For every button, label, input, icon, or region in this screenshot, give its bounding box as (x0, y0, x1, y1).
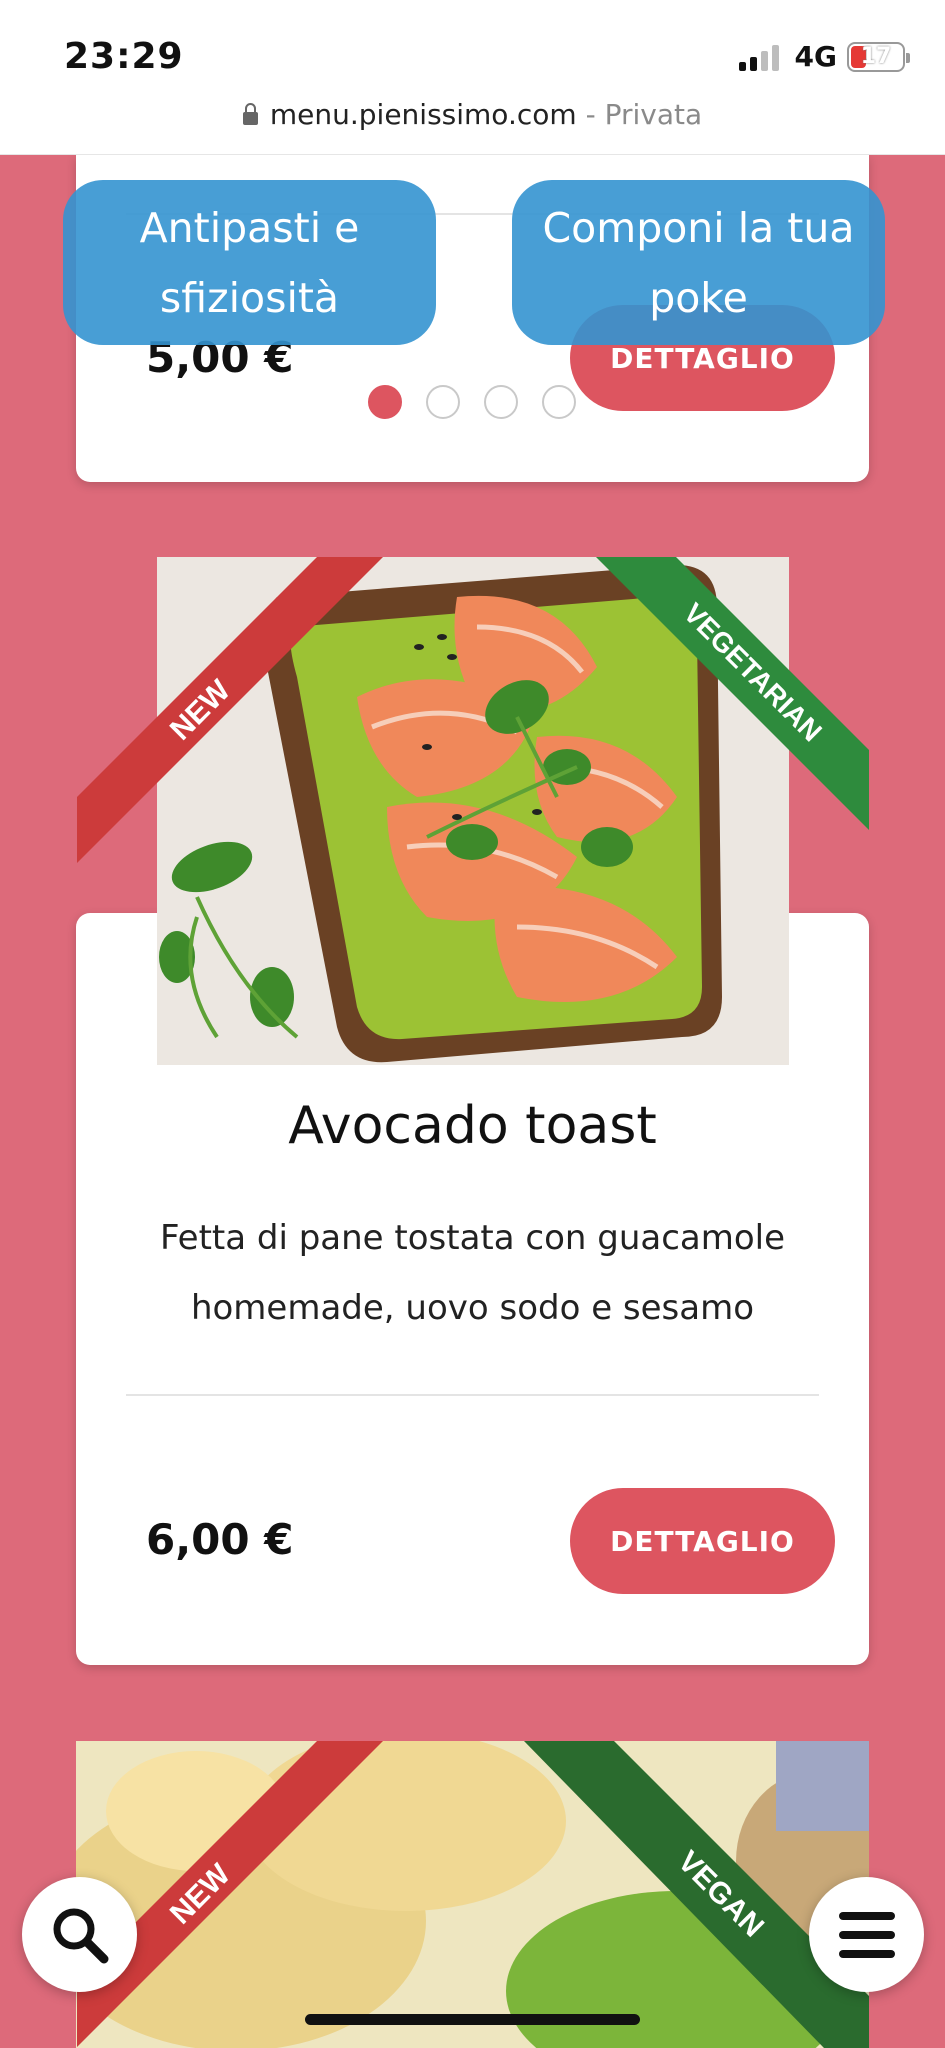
item-description: Fetta di pane tostata con guacamole home… (159, 1218, 786, 1328)
category-antipasti-button[interactable]: Antipasti e sfiziosità (63, 180, 436, 345)
category-poke-button[interactable]: Componi la tua poke (512, 180, 885, 345)
address-bar[interactable]: menu.pienissimo.com - Privata (0, 98, 945, 131)
hamburger-menu-icon (838, 1911, 895, 1958)
carousel-pagination (368, 385, 576, 419)
url-text: menu.pienissimo.com (269, 98, 577, 131)
signal-icon (738, 43, 779, 71)
avocado-toast-image (157, 557, 789, 1065)
item-title: Avocado toast (288, 1096, 657, 1156)
search-icon (53, 1908, 108, 1963)
status-time: 23:29 (64, 36, 184, 77)
private-mode-label: - Privata (585, 98, 703, 131)
network-type: 4G (794, 40, 837, 73)
pagination-dot-1[interactable] (368, 385, 402, 419)
pagination-dot-3[interactable] (484, 385, 518, 419)
item-price: 6,00 € (146, 1515, 294, 1564)
card-divider (126, 1394, 819, 1396)
status-indicators: 4G 17 (738, 40, 910, 73)
battery-icon: 17 (847, 41, 910, 72)
status-bar: 23:29 4G 17 menu.pienissimo.com - Privat… (0, 0, 945, 155)
search-button[interactable] (22, 1877, 137, 1992)
home-indicator (305, 2014, 640, 2025)
lock-icon (242, 103, 258, 125)
next-item-image (76, 1741, 869, 2048)
detail-button[interactable]: DETTAGLIO (570, 1488, 835, 1594)
battery-level: 17 (860, 44, 892, 69)
pagination-dot-4[interactable] (542, 385, 576, 419)
pagination-dot-2[interactable] (426, 385, 460, 419)
menu-button[interactable] (809, 1877, 924, 1992)
